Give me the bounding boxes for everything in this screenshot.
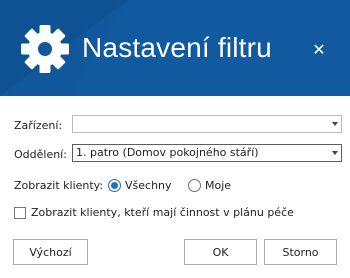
radio-my-clients[interactable] bbox=[188, 179, 201, 192]
device-select[interactable] bbox=[72, 115, 342, 133]
activity-checkbox[interactable] bbox=[14, 207, 26, 219]
default-button[interactable]: Výchozí bbox=[13, 239, 88, 265]
activity-checkbox-label[interactable]: Zobrazit klienty, kteří mají činnost v p… bbox=[31, 206, 294, 219]
show-clients-label: Zobrazit klienty: bbox=[14, 179, 104, 192]
radio-all-clients[interactable] bbox=[108, 179, 121, 192]
ok-button[interactable]: OK bbox=[184, 239, 257, 265]
cancel-button[interactable]: Storno bbox=[264, 239, 337, 265]
dialog-header: Nastavení filtru ✕ bbox=[0, 0, 350, 96]
chevron-down-icon[interactable] bbox=[332, 151, 338, 155]
device-label: Zařízení: bbox=[14, 119, 63, 132]
department-select-value: 1. patro (Domov pokojného stáří) bbox=[76, 146, 259, 159]
gear-icon bbox=[21, 25, 69, 73]
department-label: Oddělení: bbox=[14, 148, 67, 161]
radio-my-clients-label[interactable]: Moje bbox=[205, 179, 231, 192]
chevron-down-icon[interactable] bbox=[332, 122, 338, 126]
dialog-title: Nastavení filtru bbox=[82, 32, 272, 63]
close-icon[interactable]: ✕ bbox=[307, 37, 331, 61]
department-select[interactable]: 1. patro (Domov pokojného stáří) bbox=[72, 144, 342, 162]
radio-all-clients-label[interactable]: Všechny bbox=[125, 179, 172, 192]
